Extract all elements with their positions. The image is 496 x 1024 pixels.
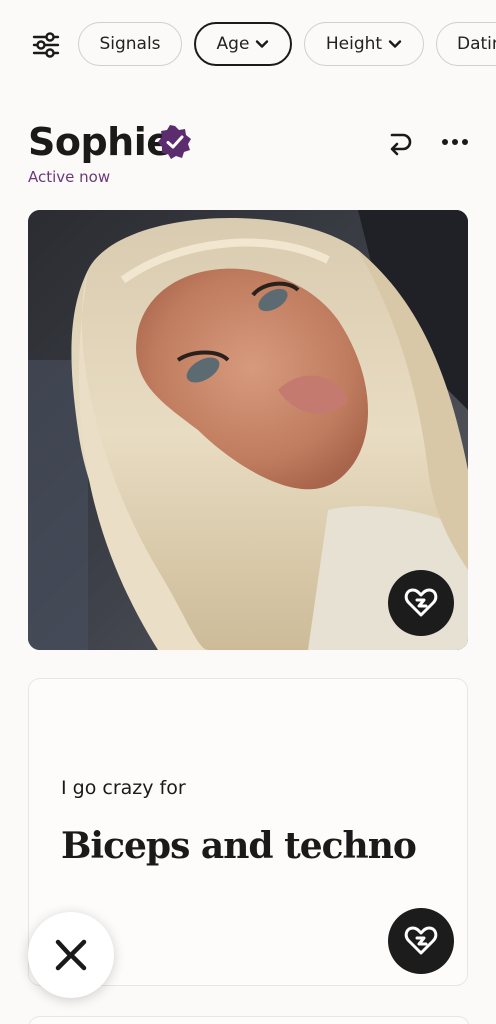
- more-dots-icon[interactable]: [440, 130, 470, 154]
- prompt-question: I go crazy for: [61, 777, 186, 799]
- x-skip-icon: [55, 939, 87, 971]
- verified-badge-icon: [158, 125, 191, 159]
- like-photo-button[interactable]: [388, 570, 454, 636]
- skip-button[interactable]: [28, 912, 114, 998]
- prompt-answer: Biceps and techno: [61, 825, 417, 867]
- chip-label: Signals: [99, 34, 161, 54]
- chip-label: Height: [325, 34, 383, 54]
- sliders-icon[interactable]: [32, 32, 60, 58]
- filter-chip-dating[interactable]: Dating: [436, 22, 496, 66]
- undo-arrow-icon[interactable]: [386, 128, 414, 156]
- filter-chip-height[interactable]: Height: [304, 22, 424, 66]
- heart-like-icon: [404, 926, 438, 955]
- profile-name: Sophie: [28, 120, 172, 164]
- chip-label: Age: [216, 34, 250, 54]
- chevron-down-icon: [256, 40, 269, 48]
- active-status: Active now: [28, 168, 111, 186]
- filter-chip-signals[interactable]: Signals: [78, 22, 182, 66]
- filter-bar: Signals Age Height Dating: [0, 22, 496, 68]
- heart-like-icon: [404, 588, 438, 617]
- chip-label: Dating: [457, 34, 496, 54]
- chevron-down-icon: [388, 40, 402, 48]
- profile-page: Signals Age Height Dating Sophie Active …: [0, 0, 496, 1024]
- next-card-edge: [28, 1016, 470, 1024]
- like-prompt-button[interactable]: [388, 908, 454, 974]
- filter-chip-age[interactable]: Age: [194, 22, 292, 66]
